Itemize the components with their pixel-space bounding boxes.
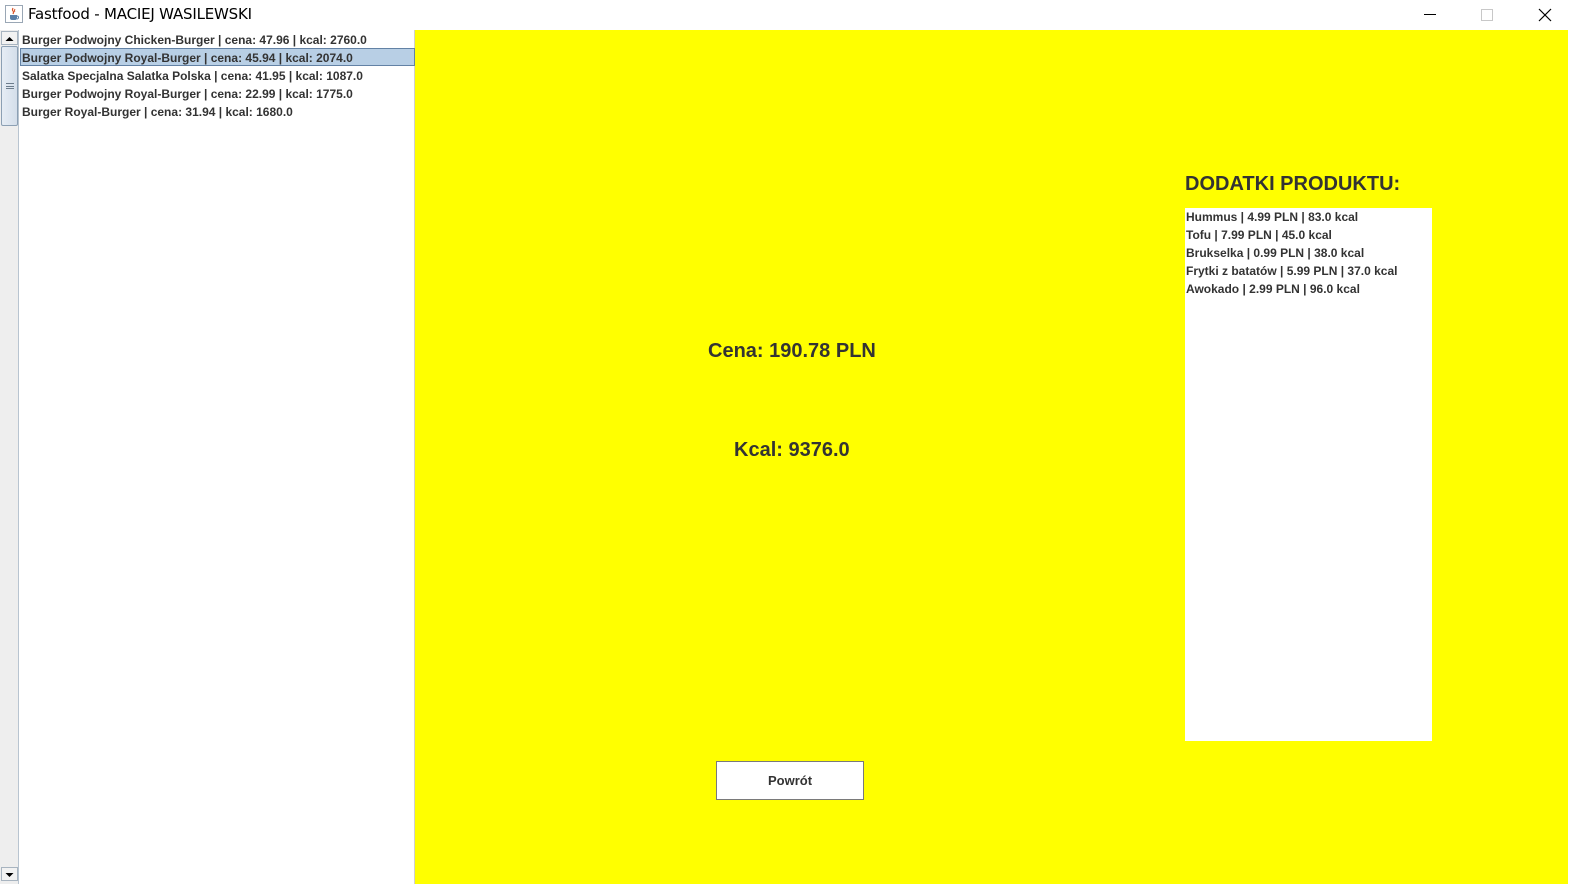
list-item[interactable]: Salatka Specjalna Salatka Polska | cena:… — [20, 66, 415, 84]
list-item[interactable]: Burger Royal-Burger | cena: 31.94 | kcal… — [20, 102, 415, 120]
java-cup-icon — [5, 5, 23, 23]
minimize-icon — [1424, 14, 1436, 15]
window-border-bottom — [0, 884, 1588, 894]
addon-item[interactable]: Brukselka | 0.99 PLN | 38.0 kcal — [1185, 244, 1432, 262]
minimize-button[interactable] — [1401, 0, 1459, 30]
list-item[interactable]: Burger Podwojny Chicken-Burger | cena: 4… — [20, 30, 415, 48]
scroll-up-button[interactable] — [1, 31, 18, 45]
window-border-right — [1568, 30, 1588, 884]
maximize-icon — [1481, 9, 1493, 21]
close-icon — [1538, 8, 1552, 22]
arrow-down-icon — [5, 873, 14, 877]
addon-item[interactable]: Awokado | 2.99 PLN | 96.0 kcal — [1185, 280, 1432, 298]
product-list: Burger Podwojny Chicken-Burger | cena: 4… — [20, 30, 415, 120]
maximize-button[interactable] — [1458, 0, 1516, 30]
back-button[interactable]: Powrót — [716, 761, 864, 800]
kcal-total-label: Kcal: 9376.0 — [734, 439, 850, 461]
list-item[interactable]: Burger Podwojny Royal-Burger | cena: 45.… — [20, 48, 415, 66]
title-bar: Fastfood - MACIEJ WASILEWSKI — [0, 0, 1588, 30]
price-total-label: Cena: 190.78 PLN — [708, 340, 876, 362]
addon-item[interactable]: Frytki z batatów | 5.99 PLN | 37.0 kcal — [1185, 262, 1432, 280]
scroll-down-button[interactable] — [1, 867, 18, 881]
addon-item[interactable]: Hummus | 4.99 PLN | 83.0 kcal — [1185, 208, 1432, 226]
grip-icon — [6, 83, 14, 89]
close-button[interactable] — [1516, 0, 1574, 30]
product-list-panel: Burger Podwojny Chicken-Burger | cena: 4… — [0, 30, 415, 884]
vertical-scrollbar[interactable] — [0, 30, 19, 884]
scroll-thumb[interactable] — [1, 46, 18, 126]
list-item[interactable]: Burger Podwojny Royal-Burger | cena: 22.… — [20, 84, 415, 102]
arrow-up-icon — [5, 37, 14, 41]
addons-list: Hummus | 4.99 PLN | 83.0 kcal Tofu | 7.9… — [1185, 208, 1432, 741]
addons-heading: DODATKI PRODUKTU: — [1185, 173, 1401, 195]
addon-item[interactable]: Tofu | 7.99 PLN | 45.0 kcal — [1185, 226, 1432, 244]
window-title: Fastfood - MACIEJ WASILEWSKI — [28, 5, 252, 23]
summary-panel: Cena: 190.78 PLN Kcal: 9376.0 DODATKI PR… — [415, 30, 1568, 884]
